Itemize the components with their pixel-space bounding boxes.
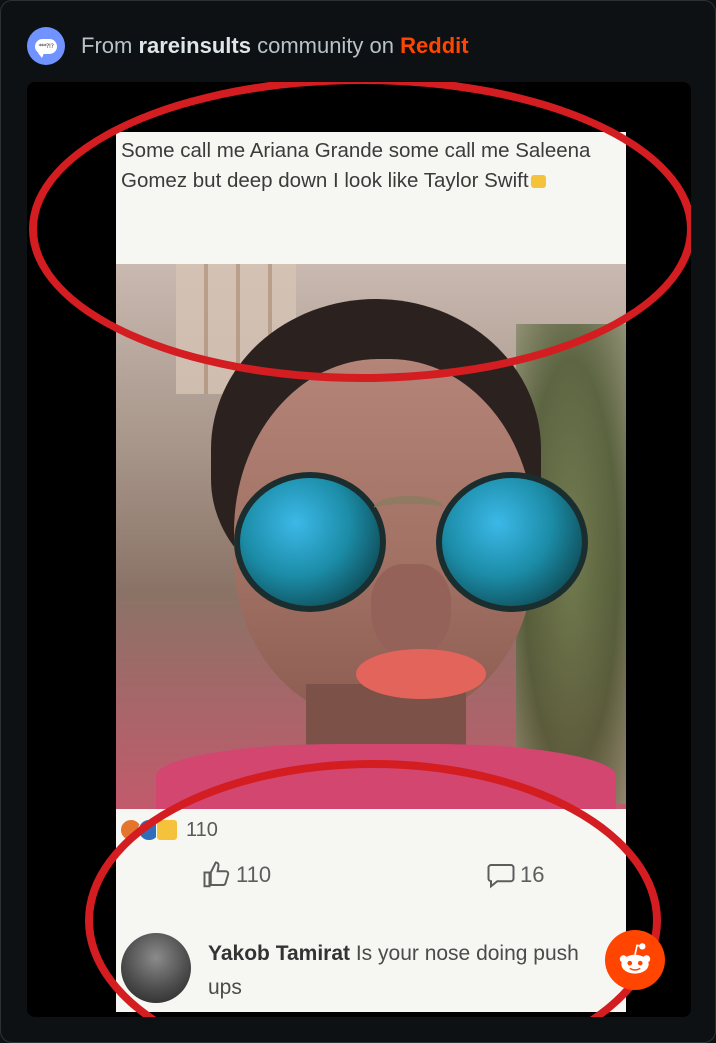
community-icon[interactable]: ***?!? [27,27,65,65]
comment-author: Yakob Tamirat [208,942,350,965]
commenter-avatar [121,933,191,1003]
like-count: 110 [202,860,271,890]
reddit-link[interactable]: Reddit [400,33,468,58]
comment-icon [487,864,515,889]
reddit-snoo-icon[interactable] [605,930,665,990]
facebook-post-screenshot: Some call me Ariana Grande some call me … [116,132,626,1012]
lips [356,649,486,699]
reaction-count: 110 [186,818,218,841]
sunglasses-left-lens [234,472,386,612]
comment-body: Yakob Tamirat Is your nose doing push up… [208,937,618,1005]
post-caption: Some call me Ariana Grande some call me … [121,139,591,192]
from-prefix: From [81,33,133,58]
community-name[interactable]: rareinsults [138,33,251,58]
speech-bubble-icon: ***?!? [35,38,57,58]
comment-count: 16 [486,860,544,890]
nose [371,564,451,659]
sunglasses-bridge [374,496,444,520]
embed-header: ***?!? From rareinsults community on Red… [27,27,469,65]
source-line: From rareinsults community on Reddit [81,33,469,59]
selfie-photo [116,264,626,809]
embed-card: ***?!? From rareinsults community on Red… [0,0,716,1043]
reactions-summary: 110 [116,815,218,845]
haha-reaction-icon [156,819,178,841]
top-comment: Yakob Tamirat Is your nose doing push up… [116,927,626,1012]
sunglasses-right-lens [436,472,588,612]
snoo-glyph [619,943,651,974]
pink-shirt [156,744,616,809]
community-on-text: community on [257,33,395,58]
post-actions: 110 16 [116,860,626,910]
grinning-emoji-icon [530,175,546,189]
thumbs-up-icon [203,861,230,888]
post-image[interactable]: Some call me Ariana Grande some call me … [27,82,691,1017]
